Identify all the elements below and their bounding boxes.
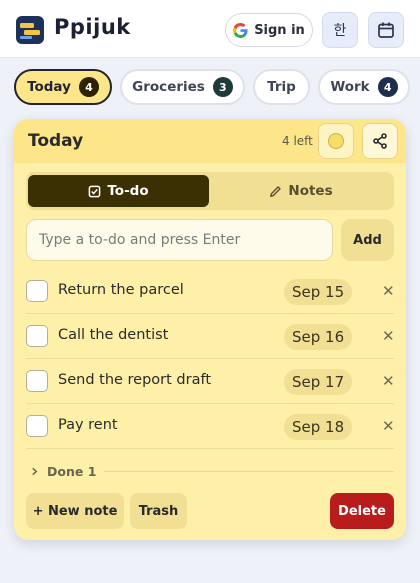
notes-mode-label: Notes — [288, 183, 333, 199]
due-date-pill[interactable]: Sep 16 — [284, 324, 353, 350]
app-header: Ppijuk Sign in 한 — [0, 0, 420, 58]
checkbox-icon — [89, 185, 101, 197]
remove-todo-icon[interactable]: ✕ — [382, 417, 395, 435]
remove-todo-icon[interactable]: ✕ — [382, 282, 395, 300]
color-swatch-icon — [328, 133, 344, 149]
mode-switch: To-do Notes — [26, 172, 394, 210]
delete-note-button[interactable]: Delete — [330, 493, 394, 529]
todo-mode-label: To-do — [107, 183, 149, 199]
app-logo-icon — [16, 16, 44, 44]
done-section-toggle[interactable]: Done 1 — [30, 462, 394, 480]
note-header: Today 4 left — [14, 119, 406, 163]
tab-label: Trip — [267, 79, 296, 95]
tab-groceries[interactable]: Groceries 3 — [120, 69, 245, 105]
tab-count-badge: 4 — [377, 77, 398, 97]
todo-item: Call the dentist Sep 16 ✕ — [26, 314, 395, 359]
todo-checkbox[interactable] — [26, 280, 48, 302]
share-button[interactable] — [362, 123, 398, 159]
note-title: Today — [28, 131, 84, 151]
calendar-icon — [378, 22, 394, 38]
todo-input[interactable] — [26, 219, 333, 261]
due-date-pill[interactable]: Sep 15 — [284, 279, 353, 305]
share-icon — [373, 133, 387, 149]
app-brand: Ppijuk — [54, 15, 131, 39]
language-label: 한 — [333, 23, 347, 39]
note-card: Today 4 left To-do Notes Type a to-do an… — [14, 119, 406, 540]
todo-item: Pay rent Sep 18 ✕ — [26, 404, 395, 449]
todo-checkbox[interactable] — [26, 370, 48, 392]
trash-button[interactable]: Trash — [130, 493, 187, 529]
todo-text[interactable]: Send the report draft — [58, 372, 211, 388]
todo-checkbox[interactable] — [26, 325, 48, 347]
tab-label: Today — [27, 79, 71, 95]
calendar-button[interactable] — [368, 12, 404, 48]
todo-text[interactable]: Return the parcel — [58, 282, 184, 298]
tab-count-badge: 4 — [78, 77, 99, 97]
todo-text[interactable]: Call the dentist — [58, 327, 168, 343]
todo-item: Return the parcel Sep 15 ✕ — [26, 269, 395, 314]
remove-todo-icon[interactable]: ✕ — [382, 327, 395, 345]
done-count-label: Done 1 — [47, 463, 97, 479]
todo-item: Send the report draft Sep 17 ✕ — [26, 359, 395, 404]
due-date-pill[interactable]: Sep 18 — [284, 414, 353, 440]
tab-trip[interactable]: Trip — [253, 69, 310, 105]
language-button[interactable]: 한 — [322, 12, 358, 48]
remove-todo-icon[interactable]: ✕ — [382, 372, 395, 390]
sign-in-button[interactable]: Sign in — [225, 13, 313, 47]
google-icon — [233, 22, 248, 38]
remaining-count: 4 left — [282, 134, 313, 148]
due-date-pill[interactable]: Sep 17 — [284, 369, 353, 395]
note-color-button[interactable] — [318, 123, 354, 159]
notes-mode-button[interactable]: Notes — [210, 175, 392, 207]
todo-mode-button[interactable]: To-do — [28, 175, 209, 207]
tab-label: Work — [330, 79, 370, 95]
divider — [104, 470, 394, 472]
todo-text[interactable]: Pay rent — [58, 417, 118, 433]
chevron-right-icon — [32, 467, 38, 475]
tab-work[interactable]: Work 4 — [318, 69, 410, 105]
sign-in-label: Sign in — [254, 22, 305, 38]
new-note-button[interactable]: + New note — [26, 493, 124, 529]
tab-count-badge: 3 — [212, 77, 233, 97]
add-todo-button[interactable]: Add — [341, 219, 394, 261]
todo-checkbox[interactable] — [26, 415, 48, 437]
tab-today[interactable]: Today 4 — [14, 69, 112, 105]
pencil-icon — [270, 185, 282, 197]
tab-label: Groceries — [132, 79, 205, 95]
